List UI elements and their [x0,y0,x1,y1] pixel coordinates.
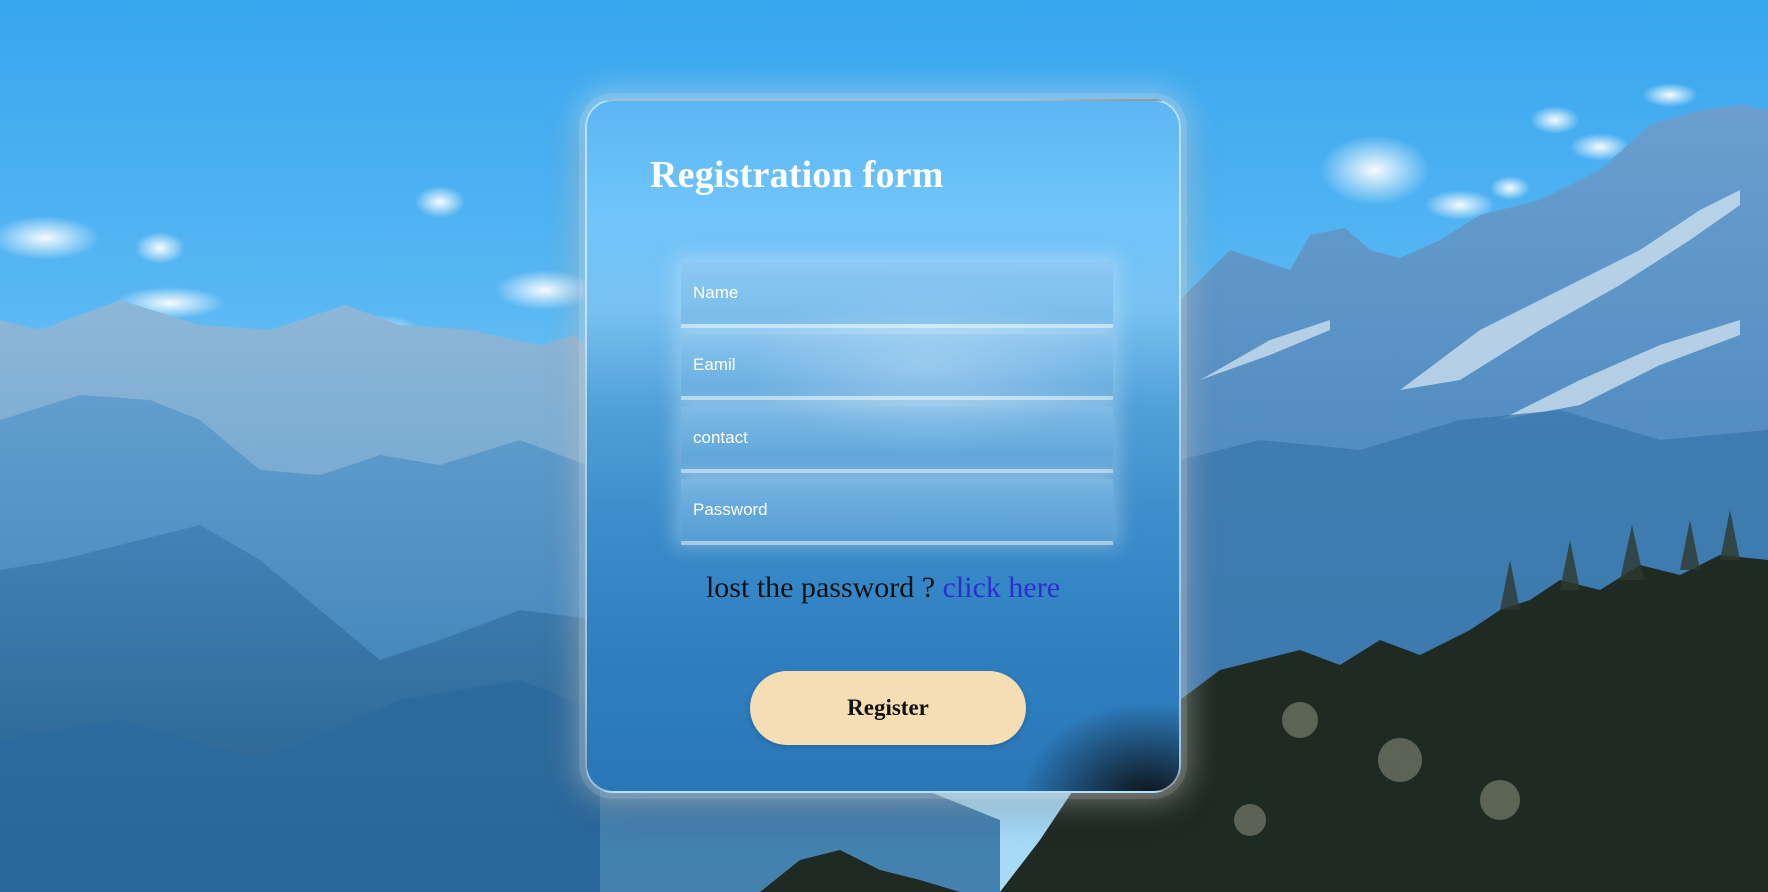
name-field[interactable] [681,262,1113,324]
email-field[interactable] [681,334,1113,396]
form-title: Registration form [650,154,944,196]
registration-card: Registration form lost the password ? cl… [585,99,1181,793]
password-field[interactable] [681,479,1113,541]
recover-password-link[interactable]: click here [943,571,1060,604]
register-button[interactable]: Register [750,671,1026,745]
lost-password-text: lost the password ? [705,571,936,604]
lost-password-line: lost the password ? click here [587,571,1179,605]
contact-field[interactable] [681,407,1113,469]
